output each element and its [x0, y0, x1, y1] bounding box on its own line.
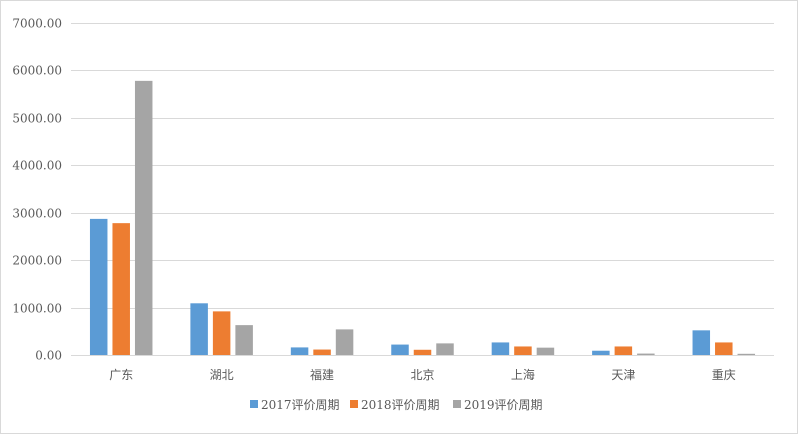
- bar: [89, 218, 108, 355]
- x-category-label: 上海: [511, 367, 535, 382]
- legend-label: 2017评价周期: [261, 398, 340, 412]
- legend-swatch: [250, 400, 258, 408]
- x-category-label: 福建: [310, 367, 334, 382]
- legend: 2017评价周期 2018评价周期 2019评价周期: [250, 398, 543, 412]
- y-tick-label: 7000.00: [12, 17, 62, 31]
- y-tick-label: 3000.00: [12, 207, 62, 221]
- bar: [290, 347, 309, 355]
- x-category-label: 重庆: [712, 368, 736, 382]
- legend-swatch: [453, 400, 461, 408]
- bar: [335, 329, 354, 355]
- bar: [190, 303, 208, 355]
- y-tick-label: 4000.00: [12, 159, 62, 173]
- x-category-label: 广东: [109, 368, 133, 382]
- bars: [89, 80, 756, 356]
- y-tick-label: 0.00: [35, 349, 62, 363]
- bar: [637, 353, 655, 355]
- bar: [614, 346, 633, 355]
- x-category-label: 湖北: [210, 367, 234, 382]
- x-category-label: 北京: [410, 368, 434, 382]
- y-axis-ticks: 0.00 1000.00 2000.00 3000.00 4000.00 5000.00 6…: [12, 17, 62, 363]
- bar: [491, 342, 510, 355]
- bar: [313, 349, 331, 355]
- x-category-label: 天津: [611, 368, 635, 382]
- bar: [514, 346, 532, 355]
- gridlines: [71, 23, 774, 309]
- y-tick-label: 1000.00: [12, 302, 62, 316]
- y-tick-label: 6000.00: [12, 64, 62, 78]
- bar: [592, 350, 610, 355]
- bar: [112, 223, 130, 355]
- y-tick-label: 5000.00: [12, 112, 62, 126]
- category-labels: 广东 湖北 福建 北京 上海 天津 重庆: [109, 367, 736, 382]
- bar: [235, 325, 253, 355]
- bar: [737, 353, 756, 355]
- bar: [413, 349, 432, 355]
- bar: [212, 311, 231, 355]
- bar: [391, 344, 409, 355]
- bar-chart: 0.00 1000.00 2000.00 3000.00 4000.00 5000.00 6…: [12, 17, 774, 412]
- bar: [715, 342, 733, 355]
- bar: [536, 347, 555, 355]
- bar: [692, 330, 711, 355]
- chart-frame: 0.00 1000.00 2000.00 3000.00 4000.00 5000.00 6…: [0, 0, 798, 434]
- legend-label: 2018评价周期: [361, 398, 440, 412]
- bar: [436, 343, 454, 355]
- legend-swatch: [350, 400, 358, 408]
- y-tick-label: 2000.00: [12, 254, 62, 268]
- bar: [134, 80, 153, 356]
- legend-label: 2019评价周期: [464, 398, 543, 412]
